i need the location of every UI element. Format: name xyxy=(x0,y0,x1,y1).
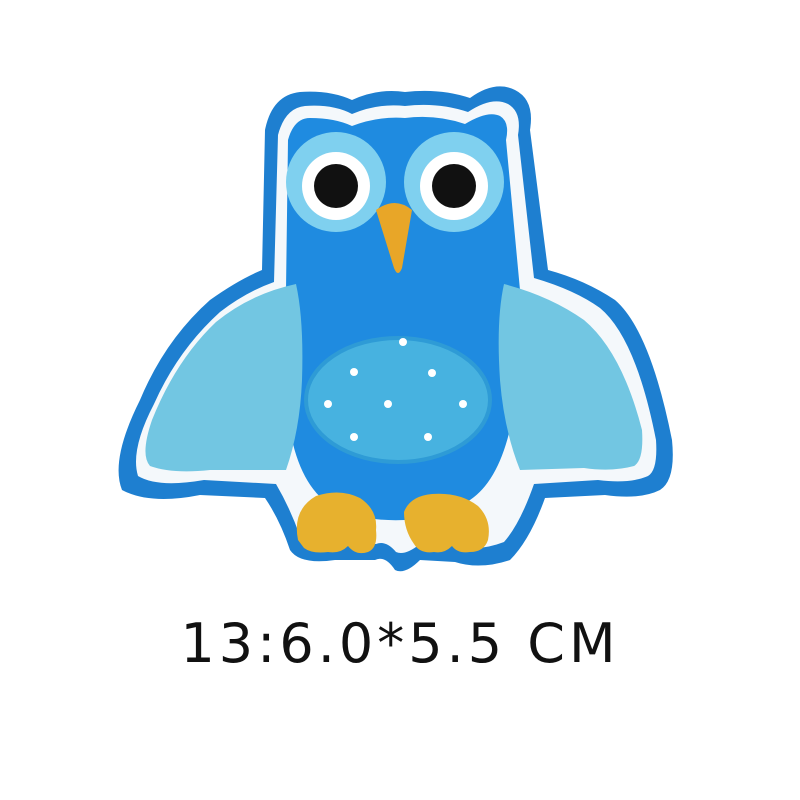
belly-dot xyxy=(424,433,432,441)
belly-dot xyxy=(350,433,358,441)
owl-patch-illustration xyxy=(118,86,673,572)
belly-dot xyxy=(384,400,392,408)
belly-dot xyxy=(350,368,358,376)
size-caption: 13:6.0*5.5 CM xyxy=(180,612,620,675)
belly-dot xyxy=(459,400,467,408)
belly-dot xyxy=(324,400,332,408)
belly-dot xyxy=(399,338,407,346)
owl-left-eye xyxy=(286,132,386,232)
owl-left-foot xyxy=(296,492,377,554)
owl-right-eye xyxy=(404,132,504,232)
belly-dot xyxy=(428,369,436,377)
